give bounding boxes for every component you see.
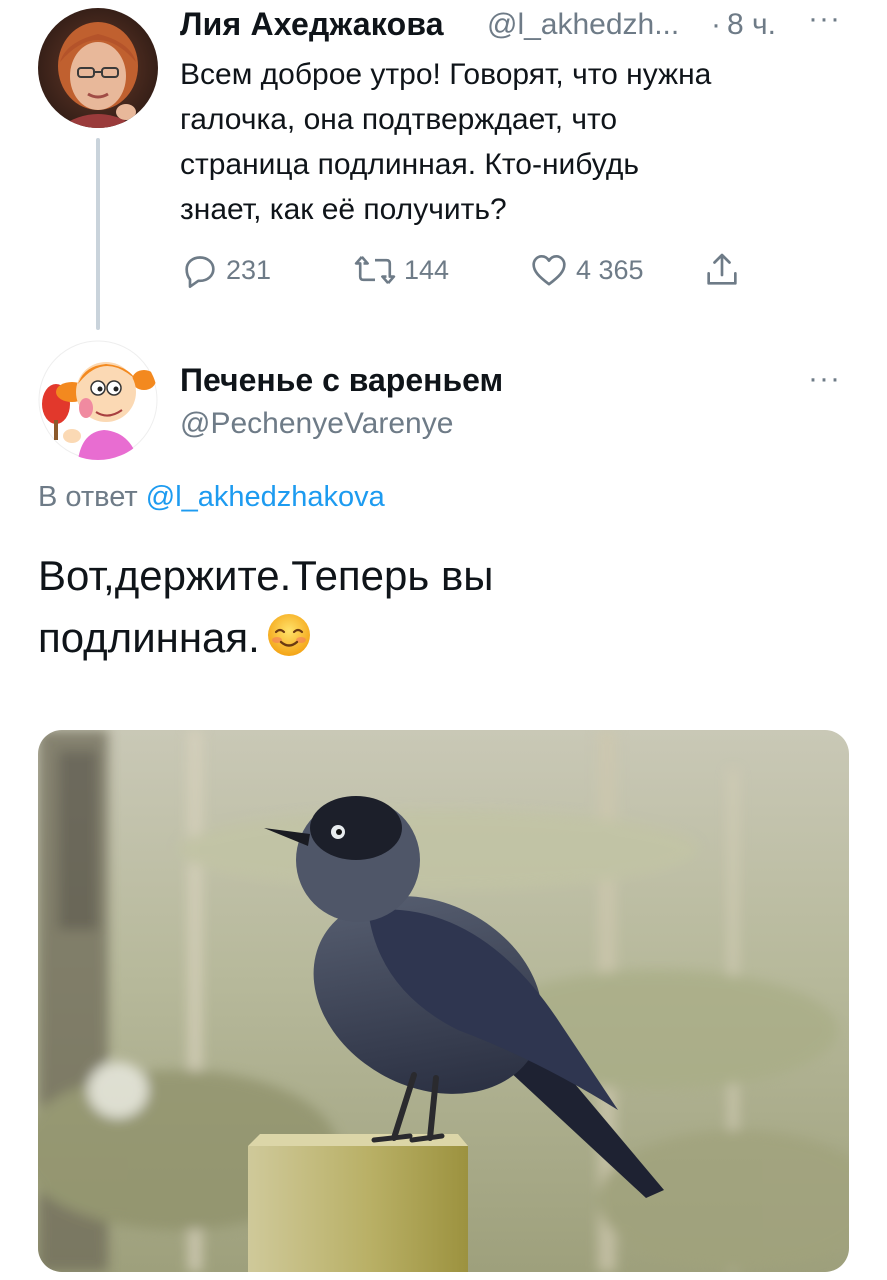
retweet-count: 144 [404, 254, 450, 285]
separator-dot: · [711, 8, 721, 41]
reply-more-options-button[interactable]: ··· [808, 362, 841, 396]
more-options-button[interactable]: ··· [808, 2, 841, 36]
share-button[interactable] [702, 250, 742, 290]
reply-mention-link[interactable]: @l_akhedzhakova [146, 481, 385, 513]
reply-button[interactable]: 231 [180, 250, 271, 290]
reply-author-name[interactable]: Печенье с вареньем [180, 362, 503, 399]
like-count: 4 365 [576, 254, 644, 285]
like-button[interactable]: 4 365 [528, 250, 644, 290]
tweet-timestamp[interactable]: 8 ч. [727, 8, 776, 42]
retweet-icon [352, 250, 398, 290]
tweet-text: Всем доброе утро! Говорят, что нужна гал… [180, 58, 712, 226]
reply-author-handle[interactable]: @PechenyeVarenye [180, 407, 453, 441]
author-handle[interactable]: @l_akhedzh... [487, 8, 679, 42]
thread-line [96, 138, 100, 330]
reply-context-label: В ответ [38, 481, 138, 513]
author-name[interactable]: Лия Ахеджакова [180, 6, 444, 43]
reply-icon [180, 250, 220, 290]
like-icon [528, 250, 570, 290]
smiling-face-icon [266, 612, 312, 658]
tweet-photo[interactable] [38, 730, 849, 1272]
reply-context: В ответ @l_akhedzhakova [38, 481, 385, 514]
reply-count: 231 [226, 254, 272, 285]
reply-author-avatar[interactable] [38, 340, 158, 460]
reply-tweet-body: Вот,держите.Теперь вы подлинная. [38, 545, 838, 669]
share-icon [702, 250, 742, 290]
retweet-button[interactable]: 144 [352, 250, 449, 290]
author-avatar[interactable] [38, 8, 158, 128]
